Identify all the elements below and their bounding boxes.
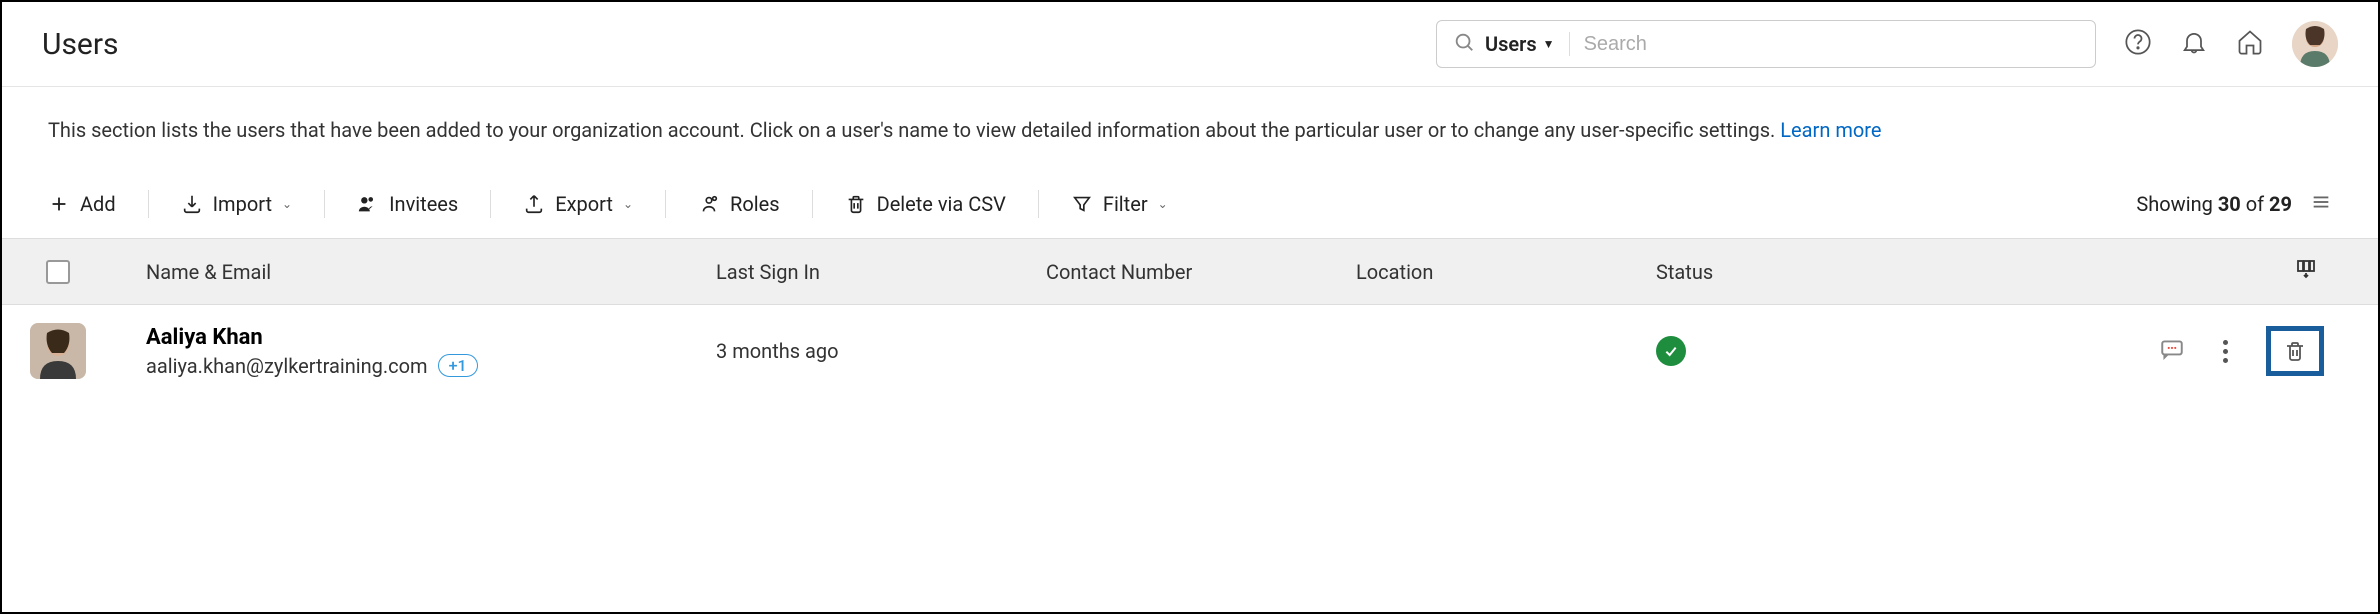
list-view-icon[interactable] <box>2310 191 2332 218</box>
delete-csv-button[interactable]: Delete via CSV <box>845 192 1006 216</box>
export-label: Export <box>555 192 613 216</box>
toolbar-right: Showing 30 of 29 <box>2136 191 2332 218</box>
header: Users Users ▼ <box>2 2 2378 87</box>
invitees-label: Invitees <box>389 192 458 216</box>
col-status[interactable]: Status <box>1656 260 1936 284</box>
profile-avatar[interactable] <box>2292 21 2338 67</box>
bell-icon[interactable] <box>2180 28 2208 60</box>
search-scope-label: Users <box>1485 32 1537 56</box>
search-scope-dropdown[interactable]: Users ▼ <box>1485 32 1570 56</box>
last-signin-value: 3 months ago <box>716 339 1046 363</box>
showing-range: 30 <box>2218 192 2241 216</box>
header-right: Users ▼ <box>1436 20 2338 68</box>
home-icon[interactable] <box>2236 28 2264 60</box>
select-all-checkbox[interactable] <box>46 260 70 284</box>
add-button[interactable]: Add <box>48 192 116 216</box>
content: This section lists the users that have b… <box>2 87 2378 238</box>
learn-more-link[interactable]: Learn more <box>1780 118 1881 142</box>
more-icon[interactable] <box>2219 336 2232 367</box>
divider <box>665 190 666 218</box>
showing-of: of <box>2241 192 2269 216</box>
col-location[interactable]: Location <box>1356 260 1656 284</box>
extra-emails-badge[interactable]: +1 <box>438 354 478 377</box>
table-row[interactable]: Aaliya Khan aaliya.khan@zylkertraining.c… <box>2 305 2378 397</box>
chevron-down-icon: ⌄ <box>1158 197 1168 211</box>
toolbar: Add Import ⌄ Invitees Export ⌄ R <box>48 190 2332 238</box>
showing-text: Showing 30 of 29 <box>2136 192 2292 216</box>
help-icon[interactable] <box>2124 28 2152 60</box>
description-text: This section lists the users that have b… <box>48 118 1780 142</box>
col-name-email[interactable]: Name & Email <box>146 260 716 284</box>
divider <box>1038 190 1039 218</box>
status-cell <box>1656 336 1936 366</box>
roles-label: Roles <box>730 192 780 216</box>
showing-total: 29 <box>2269 192 2292 216</box>
divider <box>812 190 813 218</box>
chat-icon[interactable] <box>2159 336 2185 367</box>
table-header: Name & Email Last Sign In Contact Number… <box>2 238 2378 305</box>
chevron-down-icon: ⌄ <box>623 197 633 211</box>
caret-down-icon: ▼ <box>1543 37 1555 51</box>
col-contact[interactable]: Contact Number <box>1046 260 1356 284</box>
invitees-button[interactable]: Invitees <box>357 192 458 216</box>
status-active-icon <box>1656 336 1686 366</box>
col-last-signin[interactable]: Last Sign In <box>716 260 1046 284</box>
row-actions <box>1936 326 2354 376</box>
user-info: Aaliya Khan aaliya.khan@zylkertraining.c… <box>146 325 716 378</box>
users-table: Name & Email Last Sign In Contact Number… <box>2 238 2378 397</box>
search-input[interactable] <box>1584 33 2079 56</box>
user-name[interactable]: Aaliya Khan <box>146 325 716 350</box>
user-email: aaliya.khan@zylkertraining.com <box>146 354 428 378</box>
filter-label: Filter <box>1103 192 1148 216</box>
delete-button[interactable] <box>2266 326 2324 376</box>
search-box[interactable]: Users ▼ <box>1436 20 2096 68</box>
toolbar-left: Add Import ⌄ Invitees Export ⌄ R <box>48 190 1168 218</box>
divider <box>148 190 149 218</box>
user-avatar[interactable] <box>30 323 86 379</box>
export-button[interactable]: Export ⌄ <box>523 192 633 216</box>
page-title: Users <box>42 27 119 62</box>
chevron-down-icon: ⌄ <box>282 197 292 211</box>
header-left: Users <box>42 27 119 62</box>
import-label: Import <box>213 192 272 216</box>
column-settings-icon[interactable] <box>2294 257 2318 286</box>
roles-button[interactable]: Roles <box>698 192 780 216</box>
delete-csv-label: Delete via CSV <box>877 192 1006 216</box>
divider <box>324 190 325 218</box>
divider <box>490 190 491 218</box>
description: This section lists the users that have b… <box>48 115 2332 146</box>
user-email-row: aaliya.khan@zylkertraining.com +1 <box>146 354 716 378</box>
showing-label: Showing <box>2136 192 2217 216</box>
filter-button[interactable]: Filter ⌄ <box>1071 192 1168 216</box>
search-icon <box>1453 31 1475 57</box>
import-button[interactable]: Import ⌄ <box>181 192 293 216</box>
add-label: Add <box>80 192 116 216</box>
